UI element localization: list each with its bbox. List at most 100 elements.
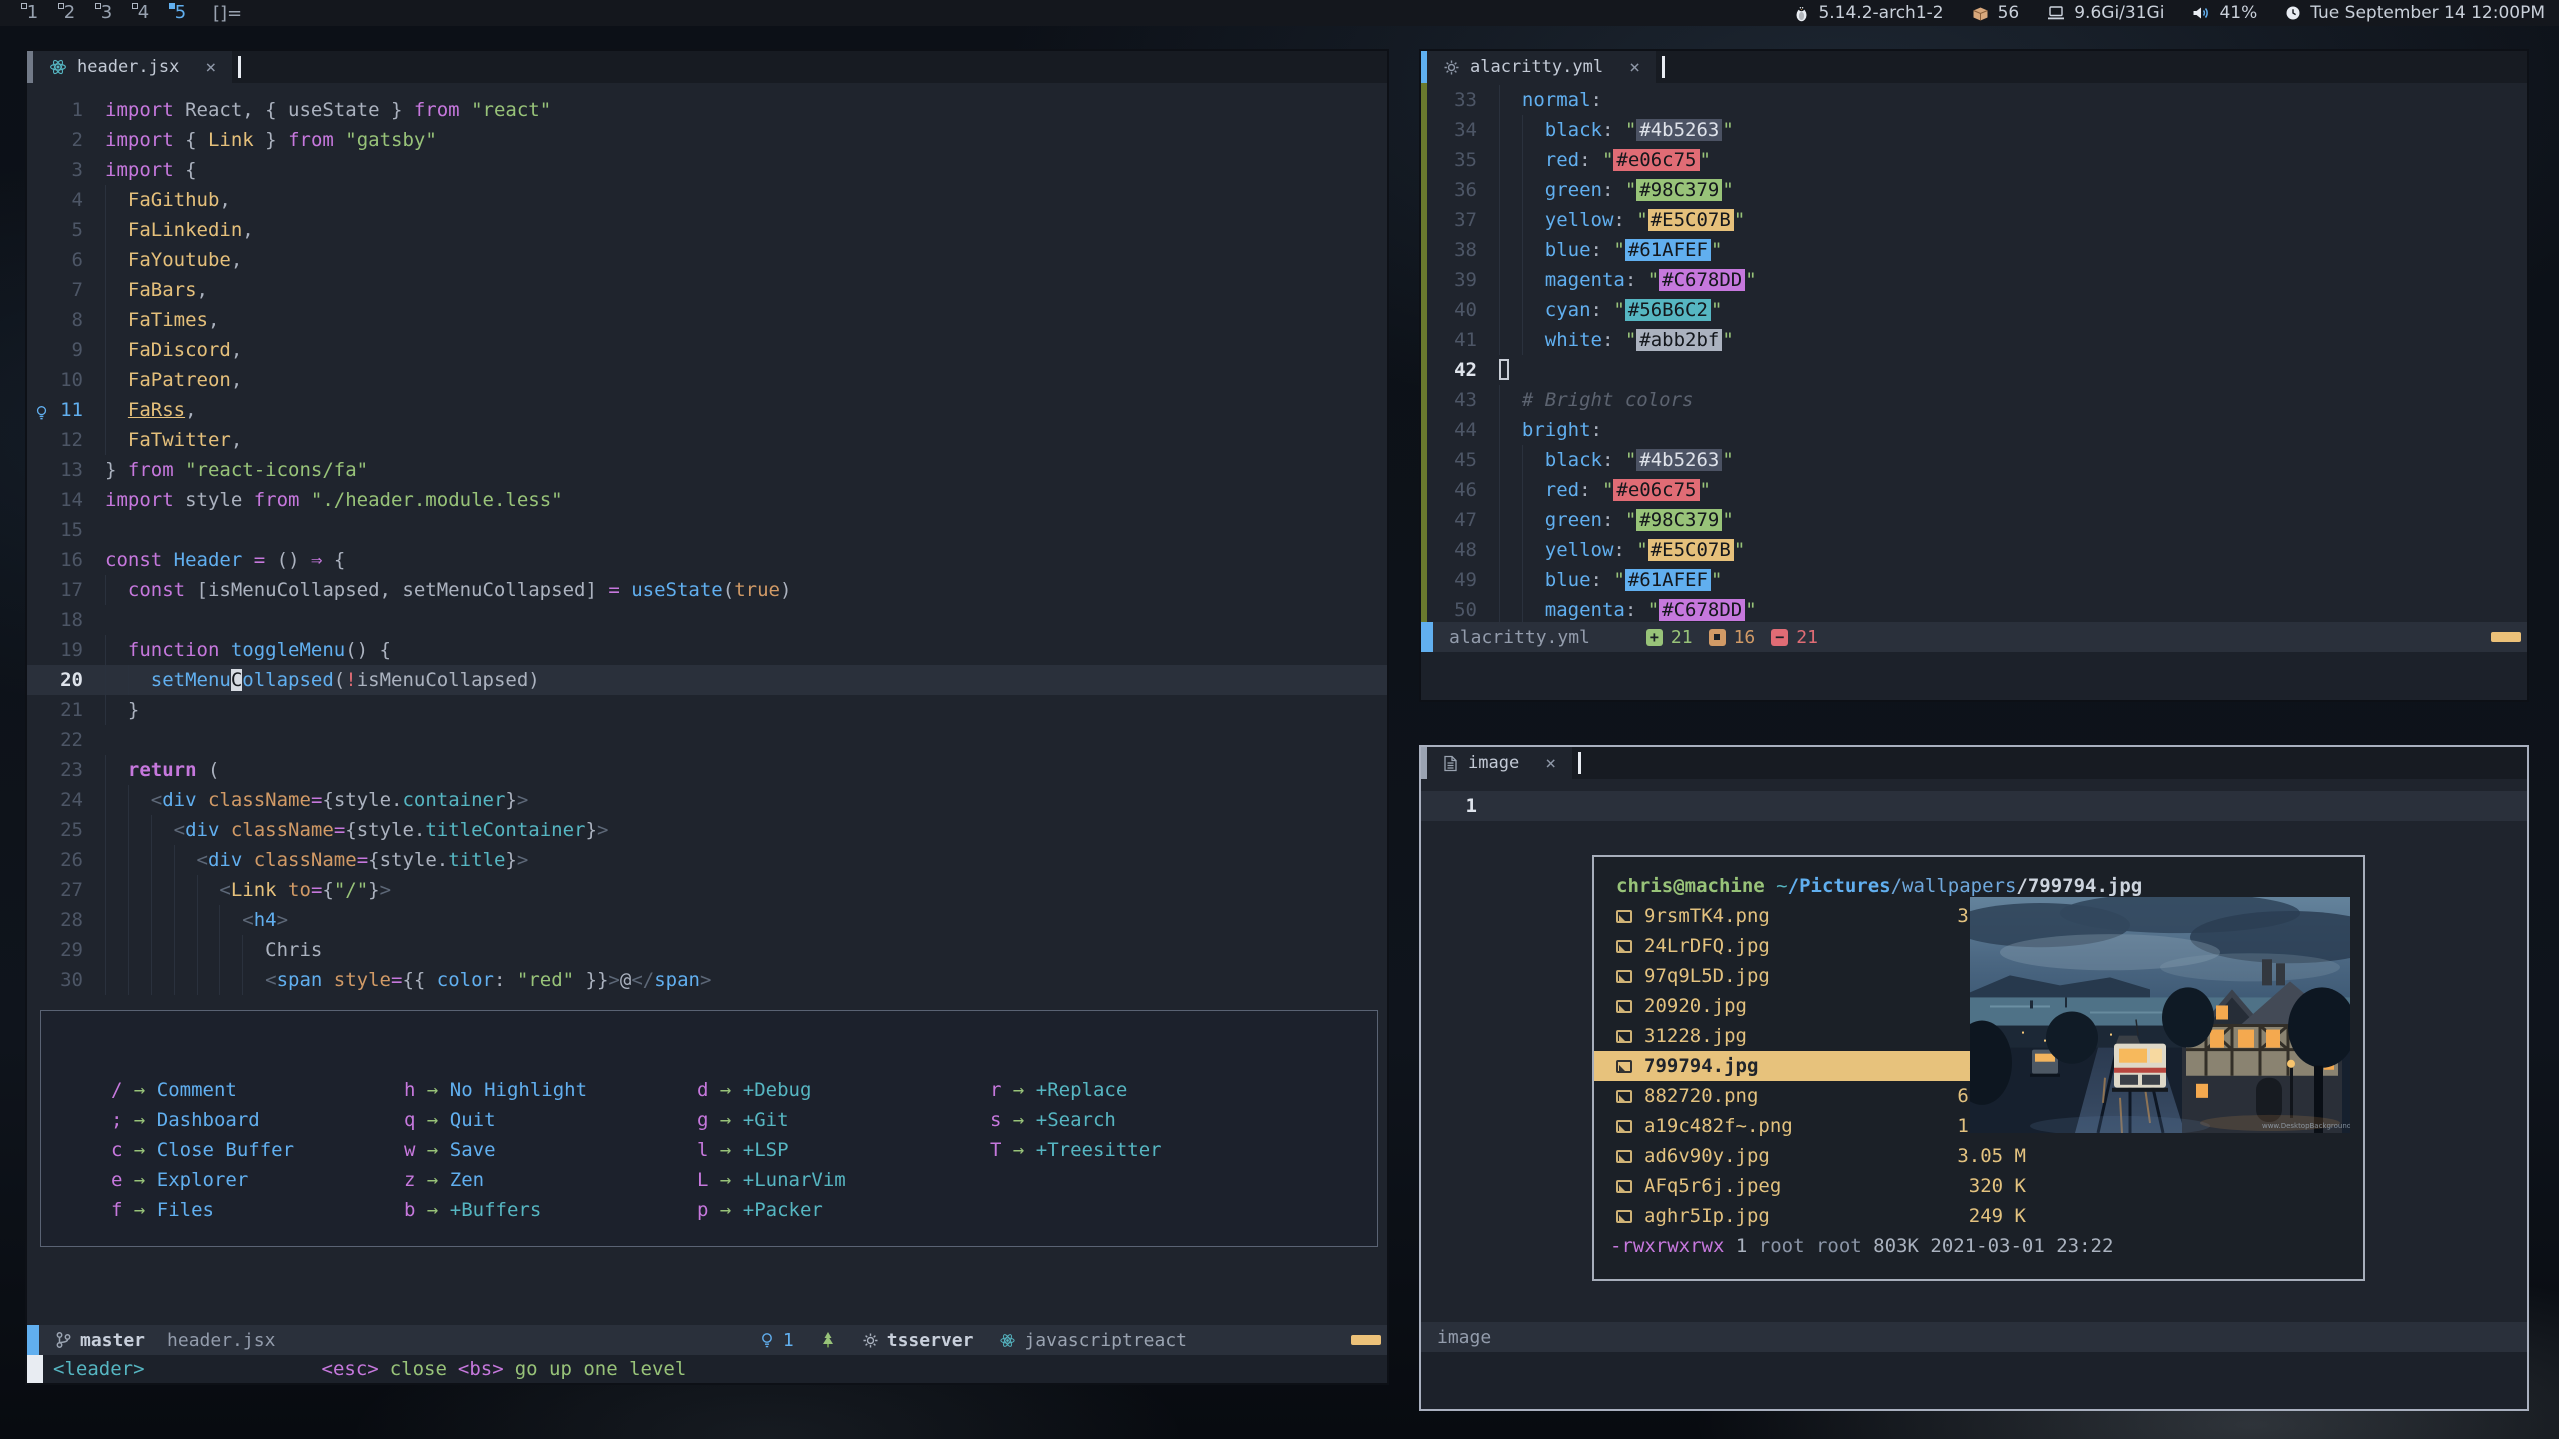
- line-number: 12: [37, 425, 83, 455]
- whichkey-binding-/[interactable]: / → Comment: [111, 1075, 294, 1105]
- workspace-marker-icon: [21, 3, 27, 9]
- window-image-buffer[interactable]: image × 1 chris@machine ~/Pictures/wallp…: [1419, 745, 2529, 1411]
- clock-icon: [2285, 5, 2301, 21]
- file-name: 24LrDFQ.jpg: [1644, 931, 1770, 961]
- image-file-icon: [1616, 1150, 1632, 1163]
- whichkey-binding-d[interactable]: d → +Debug: [697, 1075, 846, 1105]
- whichkey-binding-g[interactable]: g → +Git: [697, 1105, 846, 1135]
- code-text: normal:: [1499, 85, 1602, 115]
- whichkey-binding-f[interactable]: f → Files: [111, 1195, 294, 1225]
- line-number: 38: [1431, 235, 1477, 265]
- image-file-icon: [1616, 1030, 1632, 1043]
- workspace-button-4[interactable]: 4: [125, 0, 162, 26]
- code-line: 1import React, { useState } from "react": [27, 95, 1387, 125]
- window-editor-headerjsx[interactable]: header.jsx × 1import React, { useState }…: [25, 49, 1389, 1385]
- code-line: 42: [1421, 355, 2527, 385]
- image-file-icon: [1616, 1060, 1632, 1073]
- line-number: 26: [37, 845, 83, 875]
- close-icon[interactable]: ×: [1629, 57, 1640, 78]
- file-name: 20920.jpg: [1644, 991, 1747, 1021]
- code-line: 40 cyan: "#56B6C2": [1421, 295, 2527, 325]
- whichkey-binding-q[interactable]: q → Quit: [404, 1105, 587, 1135]
- lsp-gear-icon: [862, 1332, 879, 1349]
- mode-indicator-block: [1421, 622, 1433, 652]
- wallpaper-preview-image: www.DesktopBackground.org: [1970, 897, 2350, 1133]
- code-line: 15: [27, 515, 1387, 545]
- hint-text: close: [390, 1358, 447, 1380]
- code-text: Chris: [105, 935, 322, 965]
- cmdline-cursor-block: [27, 1355, 43, 1383]
- code-line: 39 magenta: "#C678DD": [1421, 265, 2527, 295]
- file-list-item[interactable]: AFq5r6j.jpeg 320 K: [1594, 1171, 2042, 1201]
- git-branch-name[interactable]: master: [80, 1330, 145, 1351]
- code-text: FaRss,: [105, 395, 197, 425]
- file-list-item[interactable]: ad6v90y.jpg3.05 M: [1594, 1141, 2042, 1171]
- whichkey-binding-s[interactable]: s → +Search: [990, 1105, 1162, 1135]
- file-list-item[interactable]: aghr5Ip.jpg249 K: [1594, 1201, 2042, 1231]
- code-line: 5 FaLinkedin,: [27, 215, 1387, 245]
- file-size: 320 K: [1969, 1171, 2026, 1201]
- mode-indicator-block: [27, 1325, 39, 1355]
- line-number: 8: [37, 305, 83, 335]
- code-text: magenta: "#C678DD": [1499, 595, 1757, 622]
- pending-keys: <leader>: [53, 1358, 145, 1380]
- whichkey-binding-w[interactable]: w → Save: [404, 1135, 587, 1165]
- whichkey-hints: <esc>close<bs>go up one level: [322, 1358, 687, 1380]
- whichkey-binding-e[interactable]: e → Explorer: [111, 1165, 294, 1195]
- code-buffer-alacritty[interactable]: 33 normal:34 black: "#4b5263"35 red: "#e…: [1421, 83, 2527, 622]
- statusline-left: master header.jsx 1: [27, 1325, 1387, 1355]
- tab-alacritty[interactable]: alacritty.yml ×: [1427, 51, 1656, 83]
- statusline-filename: alacritty.yml: [1449, 627, 1590, 648]
- hint-key: <esc>: [322, 1358, 379, 1380]
- code-line: 46 red: "#e06c75": [1421, 475, 2527, 505]
- code-text: magenta: "#C678DD": [1499, 265, 1757, 295]
- line-number: 13: [37, 455, 83, 485]
- tabline-caret: [1578, 752, 1581, 774]
- statusline-filename: header.jsx: [167, 1330, 275, 1351]
- workspace-button-3[interactable]: 3: [88, 0, 125, 26]
- tab-image[interactable]: image ×: [1427, 747, 1572, 779]
- whichkey-binding-h[interactable]: h → No Highlight: [404, 1075, 587, 1105]
- whichkey-binding-r[interactable]: r → +Replace: [990, 1075, 1162, 1105]
- line-number: 34: [1431, 115, 1477, 145]
- line-number: 37: [1431, 205, 1477, 235]
- hint-key: <bs>: [458, 1358, 504, 1380]
- code-line: 37 yellow: "#E5C07B": [1421, 205, 2527, 235]
- file-name: 97q9L5D.jpg: [1644, 961, 1770, 991]
- image-file-icon: [1616, 1090, 1632, 1103]
- whichkey-binding-p[interactable]: p → +Packer: [697, 1195, 846, 1225]
- floating-terminal[interactable]: chris@machine ~/Pictures/wallpapers/7997…: [1592, 855, 2365, 1281]
- close-icon[interactable]: ×: [205, 57, 216, 78]
- git-branch-icon: [55, 1331, 72, 1349]
- whichkey-binding-;[interactable]: ; → Dashboard: [111, 1105, 294, 1135]
- bufferline: header.jsx ×: [27, 51, 1387, 83]
- code-line: 49 blue: "#61AFEF": [1421, 565, 2527, 595]
- whichkey-binding-z[interactable]: z → Zen: [404, 1165, 587, 1195]
- file-permissions-line: -rwxrwxrwx 1 root root 803K 2021-03-01 2…: [1594, 1231, 2363, 1261]
- cmdline-alacritty[interactable]: [1421, 652, 2527, 700]
- workspace-marker-icon: [95, 3, 101, 9]
- workspace-button-1[interactable]: 1: [14, 0, 51, 26]
- file-name: AFq5r6j.jpeg: [1644, 1171, 1781, 1201]
- cmdline-image[interactable]: [1421, 1352, 2527, 1409]
- whichkey-binding-l[interactable]: l → +LSP: [697, 1135, 846, 1165]
- whichkey-binding-c[interactable]: c → Close Buffer: [111, 1135, 294, 1165]
- workspace-switcher[interactable]: 12345: [14, 0, 199, 26]
- status-module-text: 5.14.2-arch1-2: [1818, 3, 1943, 23]
- whichkey-binding-T[interactable]: T → +Treesitter: [990, 1135, 1162, 1165]
- whichkey-binding-L[interactable]: L → +LunarVim: [697, 1165, 846, 1195]
- workspace-button-2[interactable]: 2: [51, 0, 88, 26]
- window-editor-alacritty[interactable]: alacritty.yml × 33 normal:34 black: "#4b…: [1419, 49, 2529, 702]
- tab-headerjsx[interactable]: header.jsx ×: [33, 51, 232, 83]
- code-text: import { Link } from "gatsby": [105, 125, 437, 155]
- cursor-line: 1: [1421, 791, 2527, 821]
- line-number: 42: [1431, 355, 1477, 385]
- close-icon[interactable]: ×: [1545, 753, 1556, 774]
- line-number: 44: [1431, 415, 1477, 445]
- code-text: <div className={style.container}>: [105, 785, 528, 815]
- cmdline-left[interactable]: <leader> <esc>close<bs>go up one level: [27, 1355, 1387, 1383]
- code-line: 2import { Link } from "gatsby": [27, 125, 1387, 155]
- scroll-position-chip: [1351, 1335, 1381, 1345]
- whichkey-binding-b[interactable]: b → +Buffers: [404, 1195, 587, 1225]
- workspace-button-5[interactable]: 5: [162, 0, 199, 26]
